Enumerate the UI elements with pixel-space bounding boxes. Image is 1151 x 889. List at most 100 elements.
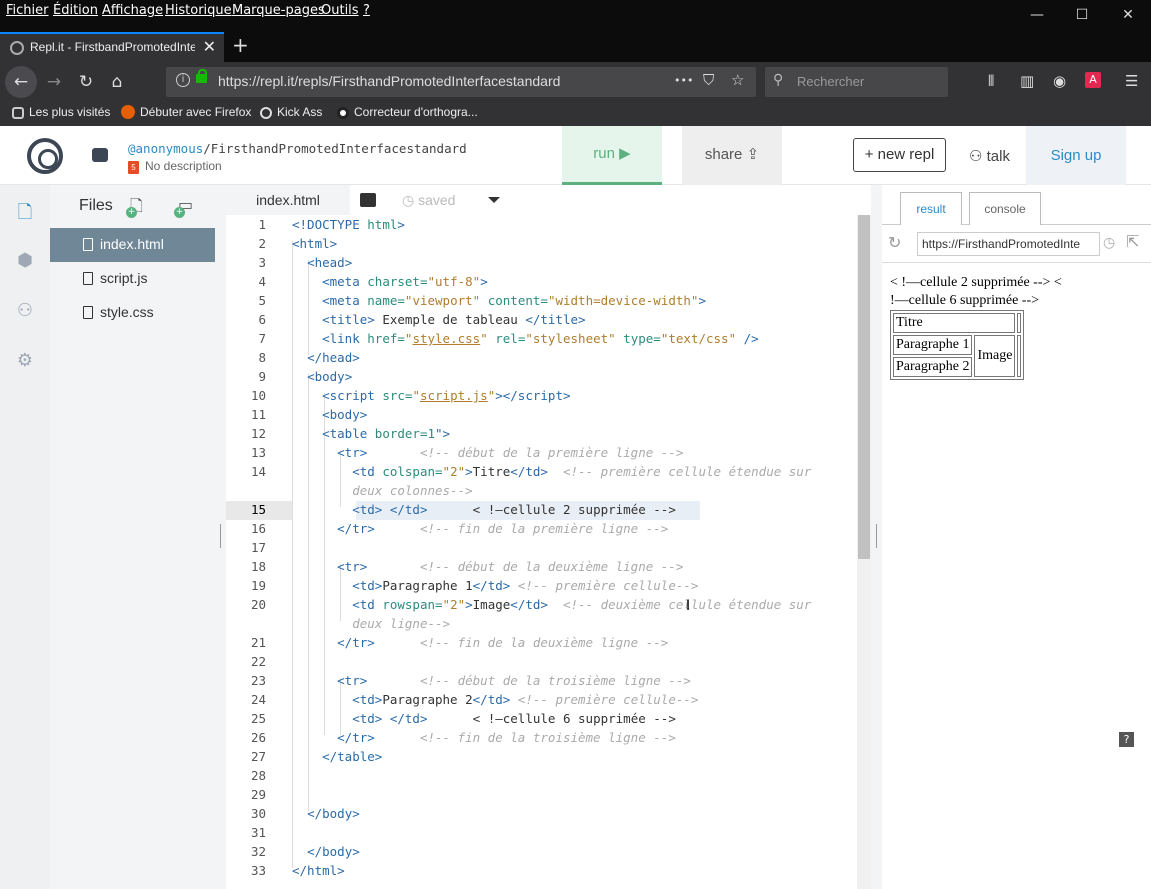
- pocket-icon[interactable]: ⛉: [703, 71, 714, 89]
- signup-button[interactable]: Sign up: [1026, 126, 1126, 185]
- chevron-down-icon[interactable]: [488, 197, 500, 203]
- code-line: </head>: [307, 350, 360, 365]
- file-item-index-html[interactable]: index.html: [50, 228, 215, 262]
- right-splitter[interactable]: [871, 185, 882, 889]
- settings-gear-icon[interactable]: ⚙: [15, 350, 35, 371]
- files-icon[interactable]: 🗋: [15, 200, 35, 223]
- code-line: <tr> <!-- début de la première ligne -->: [337, 445, 684, 460]
- code-line: <body>: [322, 407, 368, 422]
- text-cursor-icon: I: [686, 598, 691, 614]
- menu-historique[interactable]: Historique: [165, 3, 232, 18]
- back-icon[interactable]: ←: [5, 66, 37, 98]
- hamburger-menu-icon[interactable]: ☰: [1125, 72, 1138, 90]
- code-line: </tr> <!-- fin de la deuxième ligne -->: [337, 635, 669, 650]
- code-line: <head>: [307, 255, 353, 270]
- table-cell-paragraphe-2: Paragraphe 2: [893, 357, 973, 377]
- help-button[interactable]: ?: [1119, 732, 1134, 747]
- editor-scrollbar[interactable]: [857, 215, 871, 889]
- menu-edition[interactable]: Édition: [53, 3, 98, 18]
- tab-result[interactable]: result: [900, 192, 962, 226]
- close-tab-icon[interactable]: ✕: [203, 37, 216, 56]
- format-icon[interactable]: [360, 193, 376, 207]
- history-icon[interactable]: ◷: [1103, 235, 1115, 251]
- refresh-icon[interactable]: ↻: [888, 233, 901, 252]
- table-row: Titre: [893, 313, 1022, 333]
- firefox-icon: [121, 105, 135, 119]
- code-line: </html>: [292, 863, 345, 878]
- url-bar[interactable]: i https://repl.it/repls/FirsthandPromote…: [166, 67, 756, 97]
- code-line-wrap: deux colonnes-->: [352, 483, 473, 498]
- file-icon: [83, 306, 93, 319]
- table-cell-titre: Titre: [893, 313, 1016, 333]
- menu-outils[interactable]: Outils: [321, 3, 359, 18]
- code-line: <tr> <!-- début de la troisième ligne --…: [337, 673, 691, 688]
- url-text[interactable]: https://repl.it/repls/FirsthandPromotedI…: [218, 73, 560, 89]
- share-icon: ⇪: [746, 146, 760, 163]
- code-area[interactable]: 1 <!DOCTYPE html> 2 <html> 3 <head> 4 <met…: [226, 215, 857, 889]
- menu-fichier[interactable]: Fichier: [6, 3, 49, 18]
- code-line: <td colspan="2">Titre</td> <!-- première…: [352, 464, 812, 479]
- forward-icon[interactable]: →: [40, 68, 68, 96]
- code-line: </body>: [307, 806, 360, 821]
- result-panel: result console ↻ https://FirsthandPromot…: [882, 185, 1151, 889]
- scrollbar-thumb[interactable]: [858, 215, 870, 559]
- code-line: <td>Paragraphe 2</td> <!-- première cell…: [352, 692, 699, 707]
- code-line: </tr> <!-- fin de la troisième ligne -->: [337, 730, 676, 745]
- share-button[interactable]: share ⇪: [682, 126, 782, 185]
- bookmark-star-icon[interactable]: ☆: [731, 71, 744, 89]
- tab-console[interactable]: console: [969, 192, 1041, 226]
- add-file-icon[interactable]: 🗋 +: [126, 195, 150, 218]
- bookmark-most-visited[interactable]: Les plus visités: [12, 105, 110, 119]
- info-icon[interactable]: i: [176, 73, 190, 87]
- menu-affichage[interactable]: Affichage: [102, 3, 163, 18]
- result-address-bar: ↻ https://FirsthandPromotedInte ◷ ⇱: [882, 225, 1151, 263]
- menu-marque-pages[interactable]: Marque-pages: [232, 3, 325, 18]
- reload-icon[interactable]: ↻: [72, 68, 100, 96]
- talk-button[interactable]: ⚇ talk: [969, 147, 1010, 165]
- new-tab-icon[interactable]: +: [232, 33, 249, 57]
- tab-title: Repl.it - FirstbandPromotedInte: [30, 40, 195, 54]
- menu-help[interactable]: ?: [363, 3, 370, 18]
- bookmark-correcteur[interactable]: Correcteur d'orthogra...: [337, 105, 478, 119]
- file-panel: Files 🗋 + ▭ + index.html script.js style.c…: [50, 185, 215, 889]
- sidebar-icon[interactable]: ▥: [1020, 72, 1034, 90]
- search-icon: ⚲: [773, 72, 784, 88]
- repl-owner[interactable]: @anonymous: [128, 141, 203, 156]
- code-line: <td> </td> < !—cellule 6 supprimée -->: [352, 711, 676, 726]
- open-external-icon[interactable]: ⇱: [1126, 232, 1139, 251]
- file-item-script-js[interactable]: script.js: [50, 262, 215, 296]
- library-icon[interactable]: ⫴: [988, 72, 994, 90]
- gear-icon: [12, 107, 24, 119]
- new-repl-button[interactable]: + new repl: [853, 138, 946, 172]
- add-folder-icon[interactable]: ▭ +: [174, 195, 198, 218]
- search-bar[interactable]: ⚲ Rechercher: [765, 67, 948, 97]
- file-item-style-css[interactable]: style.css: [50, 296, 215, 330]
- menu-bar: Fichier Édition Affichage Historique Mar…: [0, 0, 1151, 24]
- code-line: <script src="script.js"></script>: [322, 388, 571, 403]
- spellcheck-icon: [337, 107, 349, 119]
- extension-icon[interactable]: A: [1085, 72, 1101, 88]
- bookmark-kick-ass[interactable]: Kick Ass: [260, 105, 322, 119]
- editor-tab-index-html[interactable]: index.html: [226, 185, 350, 215]
- code-line: <html>: [292, 236, 338, 251]
- bookmark-firefox[interactable]: Débuter avec Firefox: [121, 105, 251, 119]
- code-line: <!DOCTYPE html>: [292, 217, 405, 232]
- globe-icon: [260, 107, 272, 119]
- result-url-input[interactable]: https://FirsthandPromotedInte: [917, 232, 1100, 256]
- replit-logo-icon[interactable]: [27, 138, 63, 174]
- repl-description[interactable]: 5 No description: [128, 159, 222, 174]
- packages-icon[interactable]: ⬢: [15, 250, 35, 271]
- page-actions-icon[interactable]: •••: [674, 74, 693, 87]
- left-splitter[interactable]: [215, 185, 226, 889]
- browser-tab[interactable]: Repl.it - FirstbandPromotedInte ✕: [0, 32, 224, 62]
- code-line: <tr> <!-- début de la deuxième ligne -->: [337, 559, 684, 574]
- editor-tabs: index.html ◷ saved: [226, 185, 871, 215]
- run-button[interactable]: run ▶: [562, 126, 662, 185]
- account-icon[interactable]: ◉: [1053, 72, 1066, 90]
- repl-name: /FirsthandPromotedInterfacestandard: [203, 141, 467, 156]
- home-icon[interactable]: ⌂: [103, 68, 131, 96]
- code-line: <td>Paragraphe 1</td> <!-- première cell…: [352, 578, 699, 593]
- left-rail: 🗋 ⬢ ⚇ ⚙: [0, 185, 50, 889]
- multiplayer-icon[interactable]: ⚇: [15, 300, 35, 321]
- code-line: <td> </td> < !—cellule 2 supprimée -->: [352, 502, 676, 517]
